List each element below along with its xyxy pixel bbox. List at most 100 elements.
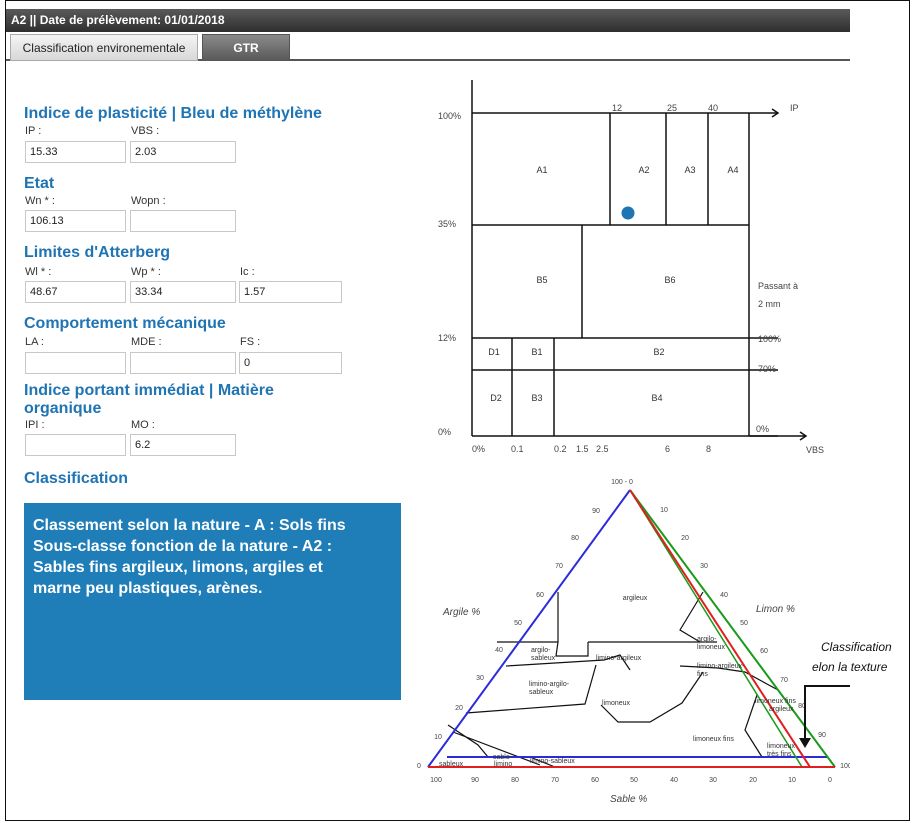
mo-field[interactable] (130, 434, 236, 456)
gtr-class-a4: A4 (727, 165, 738, 175)
texture-limon-axis-label: Limon % (756, 604, 795, 615)
ic-field[interactable] (239, 281, 342, 303)
texture-right-tick: 100 (840, 763, 850, 770)
texture-zone-label: limoneux (602, 700, 631, 707)
fs-label: FS : (240, 336, 261, 348)
texture-zone-label: limino-argileux (596, 655, 642, 662)
gtr-top-tick: 12 (612, 103, 622, 113)
texture-zone-label: limino-argilo- (529, 681, 570, 688)
texture-bottom-tick: 70 (551, 777, 559, 784)
classification-line: Classement selon la nature - A : Sols fi… (33, 517, 346, 534)
section-title-ipi-line1: Indice portant immédiat | Matière (24, 382, 274, 399)
texture-zone-label: argileux (623, 595, 648, 602)
tab-gtr[interactable]: GTR (202, 34, 290, 61)
texture-bottom-tick: 0 (828, 777, 832, 784)
texture-zone-label: limoneux (767, 743, 796, 750)
gtr-class-b5: B5 (536, 275, 547, 285)
texture-left-tick: 100 - 0 (611, 479, 633, 486)
section-title-mecanique: Comportement mécanique (24, 315, 226, 332)
gtr-left-label: 35% (438, 219, 456, 229)
classification-line: marne peu plastiques, arènes. (33, 580, 263, 597)
gtr-class-d1: D1 (488, 347, 500, 357)
ip-field[interactable] (25, 141, 126, 163)
texture-bottom-tick: 100 (430, 777, 442, 784)
gtr-ip-label: IP (790, 103, 799, 113)
gtr-class-b2: B2 (653, 347, 664, 357)
texture-left-tick: 30 (476, 675, 484, 682)
ic-label: Ic : (240, 266, 255, 278)
texture-right-tick: 60 (760, 648, 768, 655)
gtr-class-a1: A1 (536, 165, 547, 175)
gtr-class-a2: A2 (638, 165, 649, 175)
texture-left-tick: 0 (417, 763, 421, 770)
mo-label: MO : (131, 419, 155, 431)
texture-zone-label: limino (494, 761, 512, 768)
texture-zone-label: sableux (439, 761, 464, 768)
wopn-label: Wopn : (131, 195, 166, 207)
texture-zone-label: limoneux fins (755, 698, 796, 705)
texture-bottom-tick: 80 (511, 777, 519, 784)
gtr-right-label: 70% (758, 364, 776, 374)
section-title-ipi-line2: organique (24, 400, 102, 417)
ipi-label: IPI : (25, 419, 45, 431)
la-label: LA : (25, 336, 44, 348)
window-title: A2 || Date de prélèvement: 01/01/2018 (6, 9, 850, 32)
texture-bottom-tick: 30 (709, 777, 717, 784)
texture-zone-label: très fins (767, 751, 792, 758)
gtr-class-a3: A3 (684, 165, 695, 175)
sample-point-marker (621, 206, 635, 220)
section-title-atterberg: Limites d'Atterberg (24, 244, 171, 261)
gtr-class-b1: B1 (531, 347, 542, 357)
texture-zone-label: limoneux fins (693, 736, 734, 743)
wn-label: Wn * : (25, 195, 55, 207)
annotation-line: Classification (821, 640, 892, 654)
la-field[interactable] (25, 352, 126, 374)
texture-bottom-tick: 90 (471, 777, 479, 784)
gtr-left-label: 12% (438, 333, 456, 343)
vbs-label: VBS : (131, 125, 160, 137)
annotation-texture-classification: Classification selon la texture (812, 637, 912, 677)
ipi-field[interactable] (25, 434, 126, 456)
texture-zone-label: sablo- (493, 754, 513, 761)
wp-field[interactable] (130, 281, 236, 303)
gtr-bottom-tick: 0% (472, 444, 485, 454)
texture-left-edge (427, 489, 631, 768)
texture-bottom-tick: 50 (630, 777, 638, 784)
classification-line: Sables fins argileux, limons, argiles et (33, 559, 323, 576)
texture-left-tick: 10 (434, 734, 442, 741)
texture-sample-line-red (629, 489, 811, 768)
gtr-left-label: 0% (438, 427, 451, 437)
texture-right-tick: 50 (740, 620, 748, 627)
fs-field[interactable] (239, 352, 342, 374)
texture-bottom-tick: 10 (788, 777, 796, 784)
texture-bottom-tick: 60 (591, 777, 599, 784)
mde-field[interactable] (130, 352, 236, 374)
texture-sample-line-green (629, 489, 803, 768)
texture-bottom-tick: 20 (749, 777, 757, 784)
wopn-field[interactable] (130, 210, 236, 232)
texture-right-tick: 20 (681, 535, 689, 542)
gtr-bottom-tick: 1.5 (576, 444, 589, 454)
texture-right-tick: 90 (818, 732, 826, 739)
tab-bar: Classification environementale GTR (6, 32, 850, 61)
texture-bottom-tick: 40 (670, 777, 678, 784)
texture-left-tick: 70 (555, 563, 563, 570)
gtr-bottom-tick: 2.5 (596, 444, 609, 454)
annotation-arrow-head (799, 738, 811, 748)
texture-zone-label: argilo- (531, 647, 551, 654)
texture-left-tick: 40 (495, 647, 503, 654)
texture-left-tick: 50 (514, 620, 522, 627)
wl-field[interactable] (25, 281, 126, 303)
tab-classification-environementale[interactable]: Classification environementale (10, 34, 198, 61)
classification-line: Sous-classe fonction de la nature - A2 : (33, 538, 333, 555)
section-title-etat: Etat (24, 175, 55, 192)
section-title-classification: Classification (24, 470, 129, 487)
gtr-classification-chart: 100% 35% 12% 0% 12 25 40 IP Passant à 2 … (438, 80, 824, 455)
gtr-grid (471, 80, 808, 441)
texture-zone-label: argilo- (697, 636, 717, 643)
wp-label: Wp * : (131, 266, 161, 278)
texture-left-tick: 60 (536, 592, 544, 599)
vbs-field[interactable] (130, 141, 236, 163)
annotation-callout-line (804, 685, 850, 740)
wn-field[interactable] (25, 210, 126, 232)
